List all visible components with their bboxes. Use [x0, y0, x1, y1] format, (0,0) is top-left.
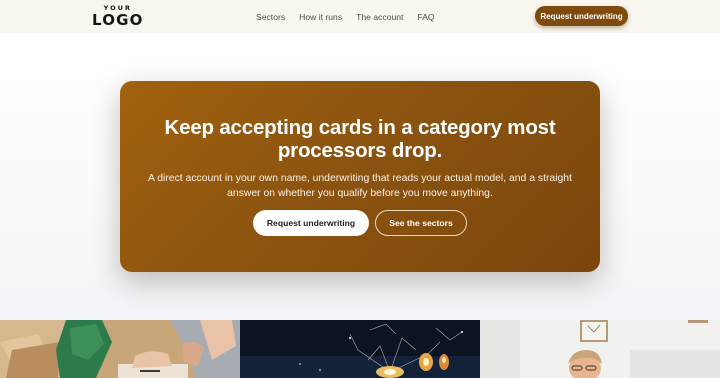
- photo-person-at-desk: [480, 320, 720, 378]
- nav-link-how-it-runs[interactable]: How it runs: [299, 12, 342, 22]
- logo-big-text: LOGO: [92, 10, 144, 29]
- brand-logo[interactable]: YOUR LOGO: [92, 5, 144, 28]
- request-underwriting-nav-button[interactable]: Request underwriting: [535, 6, 628, 26]
- photo-people-with-boxes: [0, 320, 240, 378]
- top-nav: YOUR LOGO Sectors How it runs The accoun…: [0, 0, 720, 33]
- hero-subtitle: A direct account in your own name, under…: [148, 173, 572, 199]
- photo-night-fireworks: [240, 320, 480, 378]
- nav-links: Sectors How it runs The account FAQ: [256, 0, 449, 33]
- nav-link-the-account[interactable]: The account: [356, 12, 403, 22]
- see-sectors-button[interactable]: See the sectors: [375, 210, 467, 236]
- nav-link-sectors[interactable]: Sectors: [256, 12, 285, 22]
- landing-page: YOUR LOGO Sectors How it runs The accoun…: [0, 0, 720, 378]
- nav-link-faq[interactable]: FAQ: [417, 12, 434, 22]
- request-underwriting-button[interactable]: Request underwriting: [253, 210, 369, 236]
- hero-title: Keep accepting cards in a category most …: [164, 116, 556, 162]
